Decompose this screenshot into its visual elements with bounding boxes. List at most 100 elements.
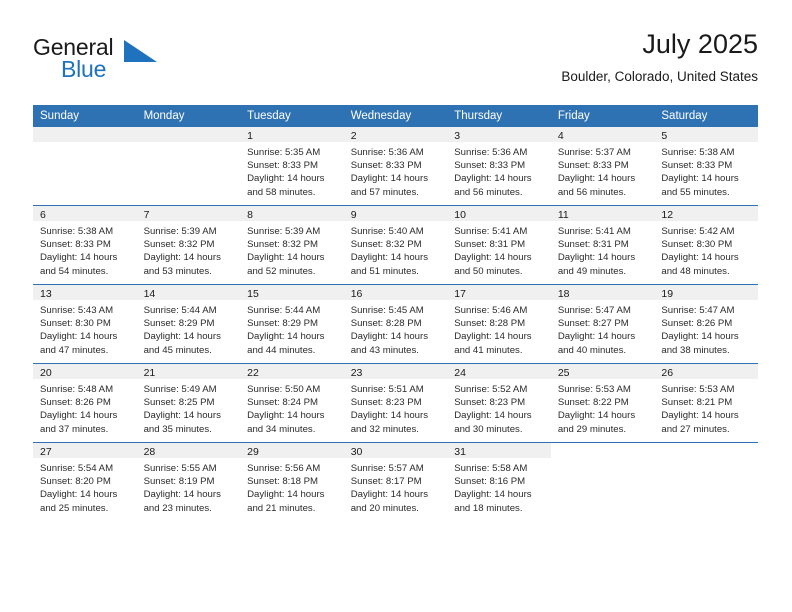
- day-detail-line: Sunrise: 5:53 AM: [661, 384, 735, 395]
- calendar-day-cell[interactable]: 26 Sunrise: 5:53 AM Sunset: 8:21 PM Dayligh…: [654, 363, 758, 443]
- day-detail-line: and 54 minutes.: [40, 265, 109, 277]
- day-detail-line: and 25 minutes.: [40, 502, 109, 514]
- day-detail-line: Daylight: 14 hours: [40, 489, 118, 501]
- calendar-day-cell[interactable]: 29 Sunrise: 5:56 AM Sunset: 8:18 PM Dayligh…: [240, 442, 344, 521]
- day-cell-inner: 4 Sunrise: 5:37 AM Sunset: 8:33 PM Daylight…: [550, 127, 655, 205]
- weekday-header-saturday: Saturday: [654, 105, 758, 127]
- calendar-day-cell[interactable]: 21 Sunrise: 5:49 AM Sunset: 8:25 PM Dayligh…: [136, 363, 241, 443]
- day-detail-line: and 53 minutes.: [143, 265, 212, 277]
- calendar-day-cell[interactable]: 25 Sunrise: 5:53 AM Sunset: 8:22 PM Dayligh…: [550, 363, 655, 443]
- day-detail-line: and 56 minutes.: [454, 186, 523, 198]
- day-cell-inner: 1 Sunrise: 5:35 AM Sunset: 8:33 PM Daylight…: [240, 127, 344, 205]
- calendar-day-cell[interactable]: 3 Sunrise: 5:36 AM Sunset: 8:33 PM Daylight…: [447, 127, 551, 206]
- calendar-day-cell[interactable]: 24 Sunrise: 5:52 AM Sunset: 8:23 PM Dayligh…: [447, 363, 551, 443]
- calendar-day-cell[interactable]: 7 Sunrise: 5:39 AM Sunset: 8:32 PM Daylight…: [136, 205, 241, 285]
- page-title: July 2025: [642, 29, 758, 59]
- calendar-day-cell[interactable]: 5 Sunrise: 5:38 AM Sunset: 8:33 PM Daylight…: [654, 127, 758, 206]
- day-number: 17: [447, 285, 551, 300]
- day-cell-inner: [550, 443, 655, 521]
- day-detail-line: Sunrise: 5:44 AM: [247, 305, 321, 316]
- calendar-day-cell[interactable]: 4 Sunrise: 5:37 AM Sunset: 8:33 PM Daylight…: [550, 127, 655, 206]
- calendar-day-cell[interactable]: 23 Sunrise: 5:51 AM Sunset: 8:23 PM Dayligh…: [343, 363, 448, 443]
- day-detail-line: Sunrise: 5:46 AM: [454, 305, 528, 316]
- day-detail-line: Sunset: 8:22 PM: [557, 397, 629, 409]
- calendar-day-cell[interactable]: 31 Sunrise: 5:58 AM Sunset: 8:16 PM Dayligh…: [447, 442, 551, 521]
- weekday-header-sunday: Sunday: [33, 105, 137, 127]
- day-sun-details: Sunrise: 5:56 AM Sunset: 8:18 PM Daylight:…: [240, 458, 344, 515]
- calendar-day-cell[interactable]: 27 Sunrise: 5:54 AM Sunset: 8:20 PM Dayligh…: [33, 442, 137, 521]
- calendar-week-row: 27 Sunrise: 5:54 AM Sunset: 8:20 PM Dayligh…: [33, 442, 758, 521]
- calendar-week-row: 13 Sunrise: 5:43 AM Sunset: 8:30 PM Dayligh…: [33, 284, 758, 364]
- day-detail-line: Sunrise: 5:38 AM: [661, 147, 735, 158]
- day-cell-inner: 15 Sunrise: 5:44 AM Sunset: 8:29 PM Dayligh…: [240, 285, 344, 363]
- calendar-day-cell[interactable]: 28 Sunrise: 5:55 AM Sunset: 8:19 PM Dayligh…: [136, 442, 241, 521]
- calendar-day-cell[interactable]: 1 Sunrise: 5:35 AM Sunset: 8:33 PM Daylight…: [240, 127, 344, 206]
- location-subtitle: Boulder, Colorado, United States: [561, 69, 758, 84]
- day-number: 20: [33, 364, 137, 379]
- day-detail-line: Sunset: 8:23 PM: [454, 397, 526, 409]
- day-number: 7: [136, 206, 241, 221]
- day-number: 15: [240, 285, 344, 300]
- calendar-day-cell[interactable]: 15 Sunrise: 5:44 AM Sunset: 8:29 PM Dayligh…: [240, 284, 344, 364]
- day-detail-line: and 41 minutes.: [454, 344, 523, 356]
- day-detail-line: Sunset: 8:23 PM: [350, 397, 422, 409]
- day-number: 29: [240, 443, 344, 458]
- day-sun-details: Sunrise: 5:43 AM Sunset: 8:30 PM Daylight:…: [33, 300, 137, 357]
- day-detail-line: Daylight: 14 hours: [661, 410, 739, 422]
- calendar-day-cell[interactable]: 11 Sunrise: 5:41 AM Sunset: 8:31 PM Dayligh…: [550, 205, 655, 285]
- day-cell-inner: 29 Sunrise: 5:56 AM Sunset: 8:18 PM Dayligh…: [240, 443, 344, 521]
- day-cell-inner: 26 Sunrise: 5:53 AM Sunset: 8:21 PM Dayligh…: [654, 364, 758, 442]
- calendar-day-cell[interactable]: 30 Sunrise: 5:57 AM Sunset: 8:17 PM Dayligh…: [343, 442, 448, 521]
- day-number: 2: [343, 127, 448, 142]
- calendar-day-cell[interactable]: 10 Sunrise: 5:41 AM Sunset: 8:31 PM Dayligh…: [447, 205, 551, 285]
- calendar-header-row-group: Sunday Monday Tuesday Wednesday Thursday…: [33, 105, 758, 127]
- day-detail-line: Sunrise: 5:40 AM: [350, 226, 424, 237]
- day-detail-line: Daylight: 14 hours: [557, 331, 636, 343]
- calendar-week-row: 6 Sunrise: 5:38 AM Sunset: 8:33 PM Daylight…: [33, 205, 758, 285]
- calendar-day-cell[interactable]: 6 Sunrise: 5:38 AM Sunset: 8:33 PM Daylight…: [33, 205, 137, 285]
- day-cell-inner: 12 Sunrise: 5:42 AM Sunset: 8:30 PM Dayligh…: [654, 206, 758, 284]
- day-detail-line: Sunrise: 5:55 AM: [143, 463, 217, 474]
- day-sun-details: Sunrise: 5:41 AM Sunset: 8:31 PM Daylight:…: [551, 221, 655, 278]
- brand-name-blue: Blue: [61, 56, 107, 82]
- day-detail-line: Daylight: 14 hours: [454, 331, 532, 343]
- calendar-day-cell[interactable]: 13 Sunrise: 5:43 AM Sunset: 8:30 PM Dayligh…: [33, 284, 137, 364]
- calendar-day-cell[interactable]: 8 Sunrise: 5:39 AM Sunset: 8:32 PM Daylight…: [240, 205, 344, 285]
- day-detail-line: Sunset: 8:16 PM: [454, 476, 526, 488]
- calendar-day-cell[interactable]: 2 Sunrise: 5:36 AM Sunset: 8:33 PM Daylight…: [343, 127, 448, 206]
- calendar-day-cell[interactable]: 17 Sunrise: 5:46 AM Sunset: 8:28 PM Dayligh…: [447, 284, 551, 364]
- day-detail-line: and 38 minutes.: [661, 344, 730, 356]
- calendar-day-cell[interactable]: 9 Sunrise: 5:40 AM Sunset: 8:32 PM Daylight…: [343, 205, 448, 285]
- day-detail-line: Daylight: 14 hours: [247, 331, 325, 343]
- calendar-day-cell[interactable]: 12 Sunrise: 5:42 AM Sunset: 8:30 PM Dayligh…: [654, 205, 758, 285]
- day-number: 16: [343, 285, 448, 300]
- calendar-day-cell[interactable]: 22 Sunrise: 5:50 AM Sunset: 8:24 PM Dayligh…: [240, 363, 344, 443]
- day-detail-line: Sunset: 8:18 PM: [247, 476, 319, 488]
- day-detail-line: and 21 minutes.: [247, 502, 316, 514]
- day-detail-line: Sunrise: 5:47 AM: [661, 305, 735, 316]
- day-cell-inner: 20 Sunrise: 5:48 AM Sunset: 8:26 PM Dayligh…: [33, 364, 137, 442]
- day-number: 6: [33, 206, 137, 221]
- day-detail-line: Daylight: 14 hours: [143, 410, 221, 422]
- calendar-day-cell[interactable]: 20 Sunrise: 5:48 AM Sunset: 8:26 PM Dayligh…: [33, 363, 137, 443]
- day-detail-line: Sunset: 8:24 PM: [247, 397, 319, 409]
- day-number: 11: [550, 206, 655, 221]
- day-cell-inner: 14 Sunrise: 5:44 AM Sunset: 8:29 PM Dayligh…: [136, 285, 241, 363]
- day-detail-line: Daylight: 14 hours: [454, 489, 532, 501]
- calendar-day-cell[interactable]: 18 Sunrise: 5:47 AM Sunset: 8:27 PM Dayligh…: [550, 284, 655, 364]
- general-blue-logo[interactable]: General Blue: [33, 34, 163, 90]
- calendar-day-cell[interactable]: 16 Sunrise: 5:45 AM Sunset: 8:28 PM Dayligh…: [343, 284, 448, 364]
- day-detail-line: and 48 minutes.: [661, 265, 730, 277]
- day-cell-inner: 13 Sunrise: 5:43 AM Sunset: 8:30 PM Dayligh…: [33, 285, 137, 363]
- day-detail-line: and 49 minutes.: [557, 265, 627, 277]
- day-number: 12: [654, 206, 758, 221]
- day-detail-line: and 20 minutes.: [350, 502, 419, 514]
- day-detail-line: and 37 minutes.: [40, 423, 109, 435]
- day-number: [550, 443, 655, 458]
- day-number: 14: [136, 285, 241, 300]
- calendar-day-cell[interactable]: 19 Sunrise: 5:47 AM Sunset: 8:26 PM Dayligh…: [654, 284, 758, 364]
- calendar-empty-cell: [654, 442, 758, 521]
- day-number: 8: [240, 206, 344, 221]
- day-detail-line: Sunset: 8:33 PM: [661, 160, 733, 172]
- calendar-day-cell[interactable]: 14 Sunrise: 5:44 AM Sunset: 8:29 PM Dayligh…: [136, 284, 241, 364]
